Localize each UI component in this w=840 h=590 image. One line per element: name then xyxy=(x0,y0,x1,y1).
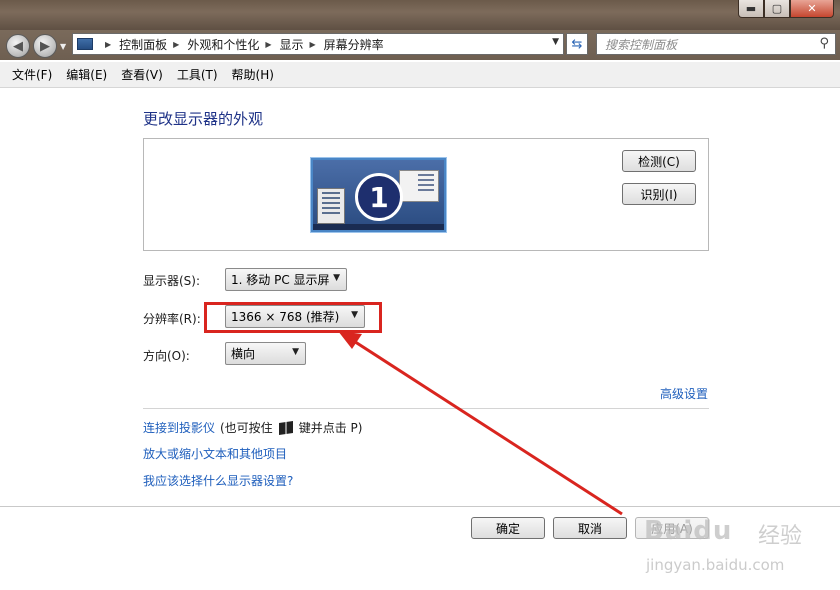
chevron-down-icon: ▼ xyxy=(292,347,299,357)
display-label: 显示器(S): xyxy=(143,274,201,288)
taskbar-thumbnail xyxy=(313,224,444,230)
breadcrumb-control-panel[interactable]: 控制面板 xyxy=(119,36,167,53)
back-button[interactable]: ◀ xyxy=(6,34,30,58)
search-input[interactable]: 搜索控制面板 ⚲ xyxy=(596,33,836,55)
chevron-right-icon: ▶ xyxy=(265,39,272,49)
page-title: 更改显示器的外观 xyxy=(143,110,264,128)
minimize-button[interactable]: ▬ xyxy=(738,0,764,18)
recent-pages-dropdown-icon[interactable]: ▼ xyxy=(60,42,66,51)
identify-button[interactable]: 识别(I) xyxy=(622,183,696,205)
detect-button[interactable]: 检测(C) xyxy=(622,150,696,172)
watermark-text: 经验 xyxy=(758,524,803,549)
refresh-button[interactable]: ⇆ xyxy=(566,33,588,55)
windows-logo-icon xyxy=(278,420,293,435)
watermark-logo: Baidu xyxy=(644,516,733,546)
search-icon[interactable]: ⚲ xyxy=(819,36,829,51)
window-thumbnail-icon xyxy=(317,188,345,224)
menu-help[interactable]: 帮助(H) xyxy=(225,66,281,83)
text-size-link[interactable]: 放大或缩小文本和其他项目 xyxy=(143,445,287,462)
chevron-down-icon: ▼ xyxy=(333,273,340,283)
breadcrumb-screen-resolution[interactable]: 屏幕分辨率 xyxy=(324,36,384,53)
chevron-right-icon: ▶ xyxy=(105,39,112,49)
breadcrumb-display[interactable]: 显示 xyxy=(280,36,304,53)
projector-hint: (也可按住 键并点击 P) xyxy=(220,419,362,436)
display-settings-help-link[interactable]: 我应该选择什么显示器设置? xyxy=(143,472,293,489)
projector-hint-post: 键并点击 P) xyxy=(298,421,363,435)
chevron-right-icon: ▶ xyxy=(309,39,316,49)
breadcrumb: ▶ 控制面板 ▶ 外观和个性化 ▶ 显示 ▶ 屏幕分辨率 xyxy=(99,36,384,53)
resolution-label: 分辨率(R): xyxy=(143,312,201,326)
control-panel-icon xyxy=(77,38,93,50)
window-thumbnail-icon xyxy=(399,170,439,202)
ok-button[interactable]: 确定 xyxy=(471,517,545,539)
footer-divider xyxy=(0,506,840,507)
divider xyxy=(143,408,709,409)
display-preview-panel: 1 检测(C) 识别(I) xyxy=(143,138,709,251)
arrow-left-icon: ◀ xyxy=(13,38,23,54)
watermark-url: jingyan.baidu.com xyxy=(646,556,785,574)
monitor-thumbnail[interactable]: 1 xyxy=(311,158,446,232)
menu-edit[interactable]: 编辑(E) xyxy=(59,66,114,83)
orientation-select-value: 横向 xyxy=(231,347,256,361)
breadcrumb-appearance[interactable]: 外观和个性化 xyxy=(187,36,259,53)
maximize-button[interactable]: ▢ xyxy=(764,0,790,18)
arrow-right-icon: ▶ xyxy=(40,38,50,54)
display-select[interactable]: 1. 移动 PC 显示屏 ▼ xyxy=(225,268,347,291)
menu-file[interactable]: 文件(F) xyxy=(5,66,59,83)
title-bar: ▬ ▢ ✕ xyxy=(0,0,840,30)
menu-tools[interactable]: 工具(T) xyxy=(170,66,225,83)
orientation-label: 方向(O): xyxy=(143,349,190,363)
window-controls: ▬ ▢ ✕ xyxy=(738,0,834,18)
close-button[interactable]: ✕ xyxy=(790,0,834,18)
advanced-settings-link[interactable]: 高级设置 xyxy=(660,385,708,402)
watermark: Baidu 经验 jingyan.baidu.com xyxy=(640,512,836,586)
chevron-right-icon: ▶ xyxy=(173,39,180,49)
address-bar[interactable]: ▶ 控制面板 ▶ 外观和个性化 ▶ 显示 ▶ 屏幕分辨率 ▼ xyxy=(72,33,564,55)
menu-bar: 文件(F) 编辑(E) 查看(V) 工具(T) 帮助(H) xyxy=(0,62,840,88)
display-select-value: 1. 移动 PC 显示屏 xyxy=(231,273,330,287)
highlight-box xyxy=(204,302,382,333)
search-placeholder: 搜索控制面板 xyxy=(605,37,678,52)
projector-hint-pre: (也可按住 xyxy=(220,421,273,435)
cancel-button[interactable]: 取消 xyxy=(553,517,627,539)
refresh-icon: ⇆ xyxy=(571,36,583,52)
menu-view[interactable]: 查看(V) xyxy=(114,66,170,83)
connect-projector-link[interactable]: 连接到投影仪 xyxy=(143,419,215,436)
address-dropdown-icon[interactable]: ▼ xyxy=(552,37,559,47)
orientation-select[interactable]: 横向 ▼ xyxy=(225,342,306,365)
monitor-number-badge: 1 xyxy=(355,173,403,221)
forward-button[interactable]: ▶ xyxy=(33,34,57,58)
